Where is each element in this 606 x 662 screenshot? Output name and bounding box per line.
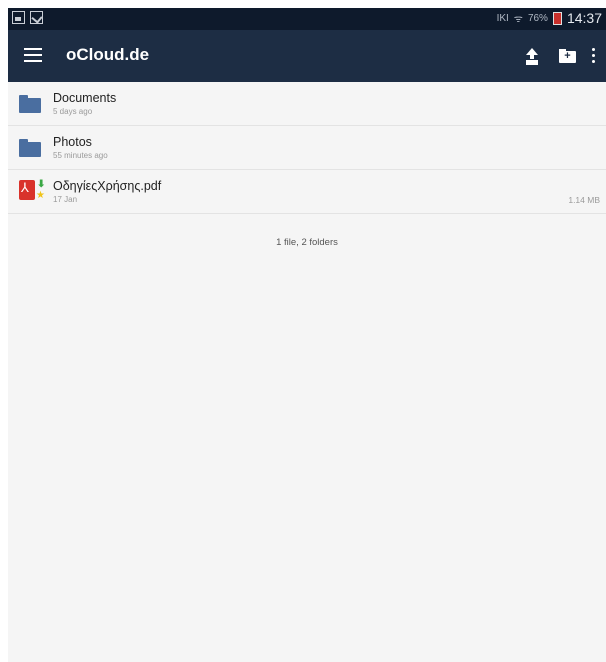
item-name: ΟδηγίεςΧρήσης.pdf [53, 179, 162, 193]
upload-icon[interactable] [520, 44, 544, 68]
downloaded-icon: ⬇ [37, 179, 46, 190]
new-folder-icon[interactable]: + [556, 44, 580, 68]
item-modified: 17 Jan [53, 195, 78, 204]
item-modified: 55 minutes ago [53, 151, 108, 160]
app-screen: ΙΚΙ ᯤ 76% 14:37 oCloud.de + Documents 5 … [8, 8, 606, 662]
app-title: oCloud.de [66, 45, 150, 64]
item-name: Documents [53, 91, 117, 105]
item-size: 1.14 MB [568, 195, 600, 205]
status-left-icons [12, 11, 43, 24]
pdf-file-icon: ⬇ ★ [19, 179, 46, 202]
clipboard-icon [30, 11, 43, 24]
folder-icon [19, 95, 41, 113]
wifi-icon: ᯤ [513, 14, 523, 25]
gallery-icon [12, 11, 25, 24]
signal-text: ΙΚΙ [496, 12, 509, 24]
app-bar: oCloud.de + [8, 30, 606, 82]
clock: 14:37 [566, 10, 602, 26]
list-item-pdf[interactable]: ⬇ ★ ΟδηγίεςΧρήσης.pdf 17 Jan 1.14 MB [8, 170, 606, 214]
more-options-icon[interactable] [586, 44, 600, 68]
status-bar: ΙΚΙ ᯤ 76% 14:37 [8, 8, 606, 30]
item-name: Photos [53, 135, 92, 149]
battery-icon [552, 11, 562, 25]
menu-icon[interactable] [24, 48, 42, 62]
status-right: ΙΚΙ ᯤ 76% 14:37 [497, 10, 602, 26]
folder-icon [19, 139, 41, 157]
list-item-photos[interactable]: Photos 55 minutes ago [8, 126, 606, 170]
item-modified: 5 days ago [53, 107, 93, 116]
list-item-documents[interactable]: Documents 5 days ago [8, 82, 606, 126]
file-list: Documents 5 days ago Photos 55 minutes a… [8, 82, 606, 214]
list-summary: 1 file, 2 folders [276, 237, 338, 248]
favorite-star-icon: ★ [36, 190, 45, 201]
battery-percent: 76% [527, 12, 548, 24]
